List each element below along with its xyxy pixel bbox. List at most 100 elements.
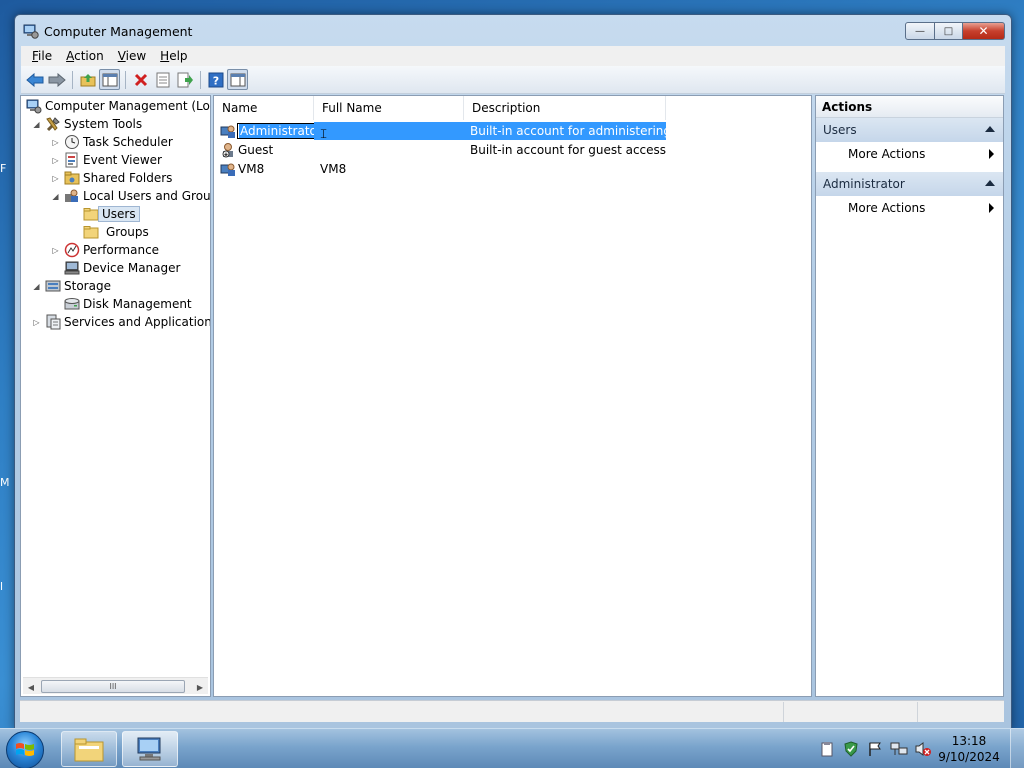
name-cell: Guest bbox=[217, 141, 314, 159]
start-button[interactable] bbox=[6, 731, 44, 768]
show-action-pane-button[interactable] bbox=[227, 69, 248, 90]
expand-arrow-icon[interactable]: ▷ bbox=[32, 318, 41, 327]
maximize-icon: □ bbox=[943, 25, 954, 37]
expand-arrow-icon[interactable]: ▷ bbox=[51, 138, 60, 147]
collapse-arrow-icon[interactable]: ◢ bbox=[51, 192, 60, 201]
close-icon: ✕ bbox=[978, 24, 989, 38]
actions-section-label: Administrator bbox=[823, 177, 905, 191]
tree-item-local-users-groups[interactable]: Local Users and Groups bbox=[64, 187, 210, 205]
tree-horizontal-scrollbar[interactable]: ◀ III ▶ bbox=[23, 677, 208, 694]
forward-button[interactable] bbox=[46, 69, 67, 90]
users-groups-icon bbox=[65, 189, 78, 202]
collapse-section-icon[interactable] bbox=[985, 126, 995, 132]
name-text: VM8 bbox=[238, 162, 265, 176]
tray-clipboard-icon[interactable] bbox=[818, 740, 836, 758]
user-icon bbox=[220, 125, 235, 138]
menu-action[interactable]: Action bbox=[59, 49, 111, 63]
submenu-arrow-icon bbox=[989, 149, 994, 159]
description-cell bbox=[464, 160, 666, 178]
up-one-level-button[interactable] bbox=[77, 69, 98, 90]
tree-item-device-manager[interactable]: Device Manager bbox=[64, 259, 180, 277]
folder-icon bbox=[83, 208, 99, 221]
taskbar-explorer-button[interactable] bbox=[61, 731, 117, 767]
user-icon bbox=[220, 163, 235, 176]
scroll-grip: III bbox=[109, 682, 117, 691]
tray-action-center-flag-icon[interactable] bbox=[866, 740, 884, 758]
users-list-view[interactable]: Name Full Name Description Administrator… bbox=[213, 95, 812, 697]
menu-help-accel: H bbox=[160, 49, 170, 63]
column-header-description[interactable]: Description bbox=[464, 96, 666, 120]
help-icon: ? bbox=[208, 72, 223, 87]
menu-file[interactable]: File bbox=[25, 49, 59, 63]
table-row[interactable]: Guest Built-in account for guest access … bbox=[217, 141, 666, 159]
tray-security-shield-icon[interactable] bbox=[842, 740, 860, 758]
name-cell: Administrator bbox=[217, 122, 314, 140]
maximize-button[interactable]: □ bbox=[935, 22, 963, 40]
tree-item-computer-management[interactable]: Computer Management (Local bbox=[26, 97, 210, 115]
rename-input[interactable]: Administrator bbox=[237, 123, 314, 139]
storage-icon bbox=[45, 280, 61, 292]
tray-volume-muted-icon[interactable] bbox=[914, 740, 932, 758]
more-actions-administrator[interactable]: More Actions bbox=[816, 196, 1003, 220]
back-button[interactable] bbox=[24, 69, 45, 90]
close-button[interactable]: ✕ bbox=[963, 22, 1005, 40]
expand-arrow-icon[interactable]: ▷ bbox=[51, 156, 60, 165]
console-tree[interactable]: Computer Management (Local ◢ System Tool… bbox=[20, 95, 211, 697]
table-row[interactable]: VM8 VM8 bbox=[217, 160, 666, 178]
show-desktop-button[interactable] bbox=[1010, 729, 1024, 768]
collapse-arrow-icon[interactable]: ◢ bbox=[32, 282, 41, 291]
collapse-section-icon[interactable] bbox=[985, 180, 995, 186]
export-list-icon bbox=[177, 72, 193, 87]
minimize-button[interactable]: — bbox=[905, 22, 935, 40]
help-button[interactable]: ? bbox=[205, 69, 226, 90]
system-clock[interactable]: 13:18 9/10/2024 bbox=[938, 733, 1000, 765]
menu-help[interactable]: Help bbox=[153, 49, 194, 63]
more-actions-label: More Actions bbox=[848, 147, 926, 161]
full-name-cell bbox=[314, 122, 464, 140]
tree-item-label: Task Scheduler bbox=[83, 135, 173, 149]
tree-item-system-tools[interactable]: System Tools bbox=[45, 115, 142, 133]
scroll-left-icon[interactable]: ◀ bbox=[25, 681, 37, 693]
scroll-right-icon[interactable]: ▶ bbox=[194, 681, 206, 693]
submenu-arrow-icon bbox=[989, 203, 994, 213]
show-hide-console-tree-button[interactable] bbox=[99, 69, 120, 90]
taskbar-computer-management-button[interactable] bbox=[122, 731, 178, 767]
tree-item-groups[interactable]: Groups bbox=[83, 223, 149, 241]
export-list-button[interactable] bbox=[174, 69, 195, 90]
scroll-thumb[interactable]: III bbox=[41, 680, 185, 693]
table-row[interactable]: Administrator Built-in account for admin… bbox=[217, 122, 666, 140]
tree-item-disk-management[interactable]: Disk Management bbox=[64, 295, 192, 313]
tray-network-icon[interactable] bbox=[890, 740, 908, 758]
expand-arrow-icon[interactable]: ▷ bbox=[51, 246, 60, 255]
column-header-name[interactable]: Name bbox=[214, 96, 314, 120]
title-bar[interactable]: Computer Management — □ ✕ bbox=[15, 15, 1011, 45]
delete-button[interactable] bbox=[130, 69, 151, 90]
toolbar: ? bbox=[21, 66, 1005, 94]
window-title: Computer Management bbox=[44, 24, 193, 39]
column-header-full-name[interactable]: Full Name bbox=[314, 96, 464, 120]
clock-time: 13:18 bbox=[951, 734, 987, 748]
actions-section-administrator[interactable]: Administrator bbox=[816, 172, 1003, 196]
actions-section-users[interactable]: Users bbox=[816, 118, 1003, 142]
delete-icon bbox=[134, 73, 147, 86]
menu-bar: File Action View Help bbox=[21, 46, 1005, 66]
menu-action-accel: A bbox=[66, 49, 75, 63]
tree-item-shared-folders[interactable]: Shared Folders bbox=[64, 169, 172, 187]
disk-icon bbox=[64, 298, 80, 310]
collapse-arrow-icon[interactable]: ◢ bbox=[32, 120, 41, 129]
tree-item-storage[interactable]: Storage bbox=[45, 277, 111, 295]
description-cell: Built-in account for guest access t... bbox=[470, 143, 666, 157]
caption-buttons: — □ ✕ bbox=[905, 22, 1005, 40]
expand-arrow-icon[interactable]: ▷ bbox=[51, 174, 60, 183]
tree-item-task-scheduler[interactable]: Task Scheduler bbox=[64, 133, 173, 151]
tree-item-event-viewer[interactable]: Event Viewer bbox=[64, 151, 162, 169]
tree-item-users[interactable]: Users bbox=[83, 205, 140, 223]
tree-item-services-applications[interactable]: Services and Applications bbox=[45, 313, 210, 331]
tree-item-label: Shared Folders bbox=[83, 171, 173, 185]
menu-view[interactable]: View bbox=[111, 49, 153, 63]
tree-item-performance[interactable]: Performance bbox=[64, 241, 159, 259]
properties-button[interactable] bbox=[152, 69, 173, 90]
more-actions-users[interactable]: More Actions bbox=[816, 142, 1003, 166]
tree-item-label: Disk Management bbox=[83, 297, 192, 311]
performance-icon bbox=[64, 242, 80, 258]
